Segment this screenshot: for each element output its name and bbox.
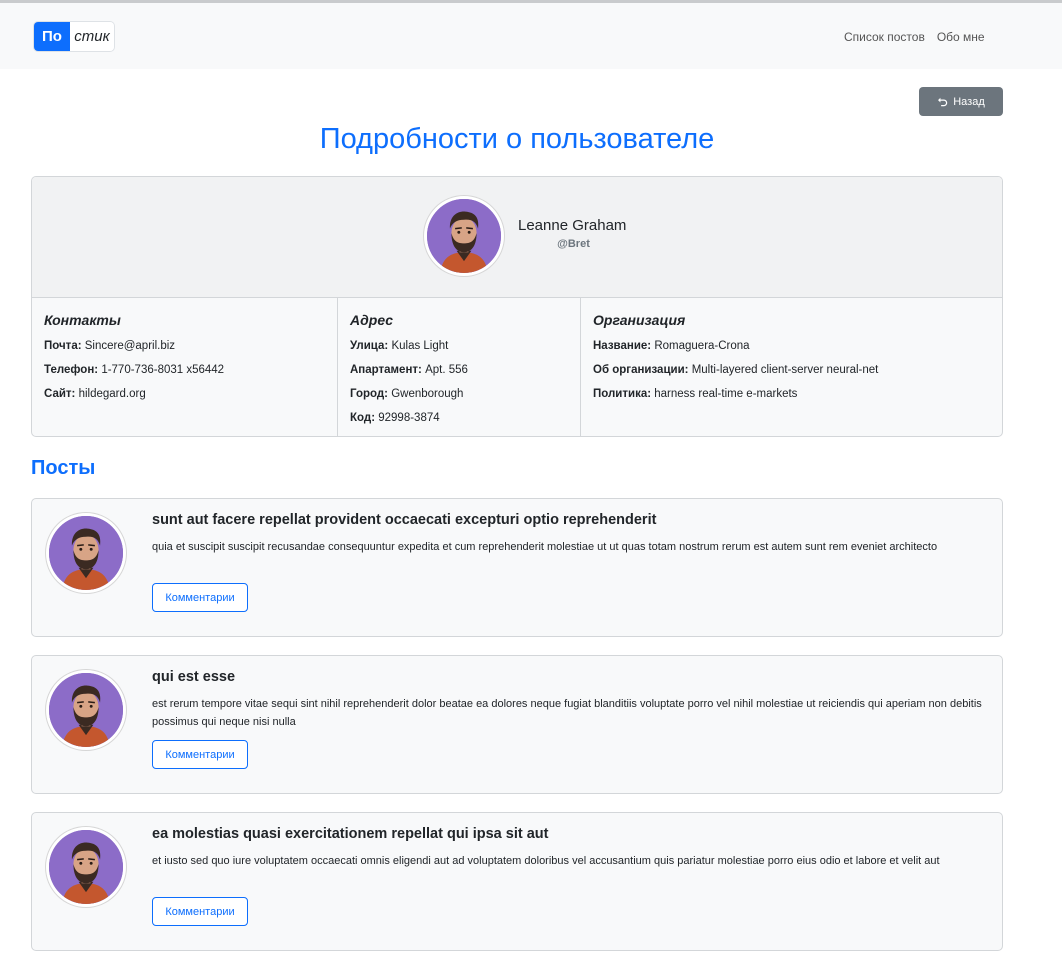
post-body: quia et suscipit suscipit recusandae con…	[152, 541, 938, 553]
address-section: Адрес Улица: Kulas Light Апартамент: Apt…	[338, 298, 581, 436]
post-avatar	[46, 513, 126, 593]
company-title: Организация	[593, 312, 686, 328]
contacts-title: Контакты	[44, 312, 121, 328]
nav-link-about[interactable]: Обо мне	[937, 30, 985, 44]
email-label: Почта:	[44, 340, 82, 352]
post-card: qui est esse est rerum tempore vitae seq…	[31, 655, 1003, 794]
phone-row: Телефон: 1-770-736-8031 x56442	[44, 358, 325, 382]
post-title: ea molestias quasi exercitationem repell…	[152, 826, 549, 842]
suite-label: Апартамент:	[350, 364, 422, 376]
company-catch-label: Об организации:	[593, 364, 689, 376]
comments-button[interactable]: Комментарии	[152, 583, 248, 612]
post-title: sunt aut facere repellat provident occae…	[152, 512, 657, 528]
email-value: Sincere@april.biz	[84, 340, 176, 352]
zip-value: 92998-3874	[378, 412, 440, 424]
nav-links: Список постов Обо мне	[844, 30, 985, 44]
company-name-value: Romaguera-Crona	[654, 340, 750, 352]
back-button[interactable]: Назад	[919, 87, 1003, 116]
post-card: ea molestias quasi exercitationem repell…	[31, 812, 1003, 951]
company-section: Организация Название: Romaguera-Crona Об…	[581, 298, 1002, 436]
street-value: Kulas Light	[391, 340, 449, 352]
post-body: est rerum tempore vitae sequi sint nihil…	[152, 698, 982, 728]
company-catch-row: Об организации: Multi-layered client-ser…	[593, 358, 990, 382]
logo-part-1: По	[34, 22, 70, 51]
comments-button[interactable]: Комментарии	[152, 740, 248, 769]
contacts-section: Контакты Почта: Sincere@april.biz Телефо…	[32, 298, 338, 436]
company-bs-value: harness real-time e-markets	[654, 388, 798, 400]
email-row: Почта: Sincere@april.biz	[44, 334, 325, 358]
city-value: Gwenborough	[391, 388, 464, 400]
comments-button[interactable]: Комментарии	[152, 897, 248, 926]
company-catch-value: Multi-layered client-server neural-net	[691, 364, 879, 376]
company-name-row: Название: Romaguera-Crona	[593, 334, 990, 358]
post-avatar	[46, 670, 126, 750]
company-bs-label: Политика:	[593, 388, 652, 400]
address-title: Адрес	[350, 312, 394, 328]
logo[interactable]: По стик	[33, 21, 115, 52]
user-card-header: Leanne Graham @Bret	[32, 177, 1002, 298]
street-row: Улица: Kulas Light	[350, 334, 568, 358]
city-label: Город:	[350, 388, 388, 400]
user-name: Leanne Graham	[518, 217, 627, 234]
company-name-label: Название:	[593, 340, 652, 352]
street-label: Улица:	[350, 340, 389, 352]
site-value: hildegard.org	[78, 388, 146, 400]
post-body: et iusto sed quo iure voluptatem occaeca…	[152, 855, 940, 867]
user-username: @Bret	[557, 238, 590, 250]
logo-part-2: стик	[70, 22, 114, 51]
post-card: sunt aut facere repellat provident occae…	[31, 498, 1003, 637]
back-button-label: Назад	[953, 95, 985, 108]
posts-title: Посты	[31, 457, 96, 479]
post-avatar	[46, 827, 126, 907]
city-row: Город: Gwenborough	[350, 382, 568, 406]
nav-link-posts[interactable]: Список постов	[844, 30, 925, 44]
suite-value: Apt. 556	[425, 364, 468, 376]
site-label: Сайт:	[44, 388, 76, 400]
zip-label: Код:	[350, 412, 376, 424]
site-row: Сайт: hildegard.org	[44, 382, 325, 406]
post-title: qui est esse	[152, 669, 236, 685]
page-title: Подробности о пользователе	[319, 123, 715, 155]
user-card: Leanne Graham @Bret Контакты Почта: Sinc…	[31, 176, 1003, 437]
phone-label: Телефон:	[44, 364, 99, 376]
undo-arrow-icon	[938, 97, 948, 107]
phone-value: 1-770-736-8031 x56442	[101, 364, 225, 376]
company-bs-row: Политика: harness real-time e-markets	[593, 382, 990, 406]
suite-row: Апартамент: Apt. 556	[350, 358, 568, 382]
navbar: По стик Список постов Обо мне	[0, 3, 1062, 69]
zip-row: Код: 92998-3874	[350, 406, 568, 430]
user-avatar	[424, 196, 504, 276]
